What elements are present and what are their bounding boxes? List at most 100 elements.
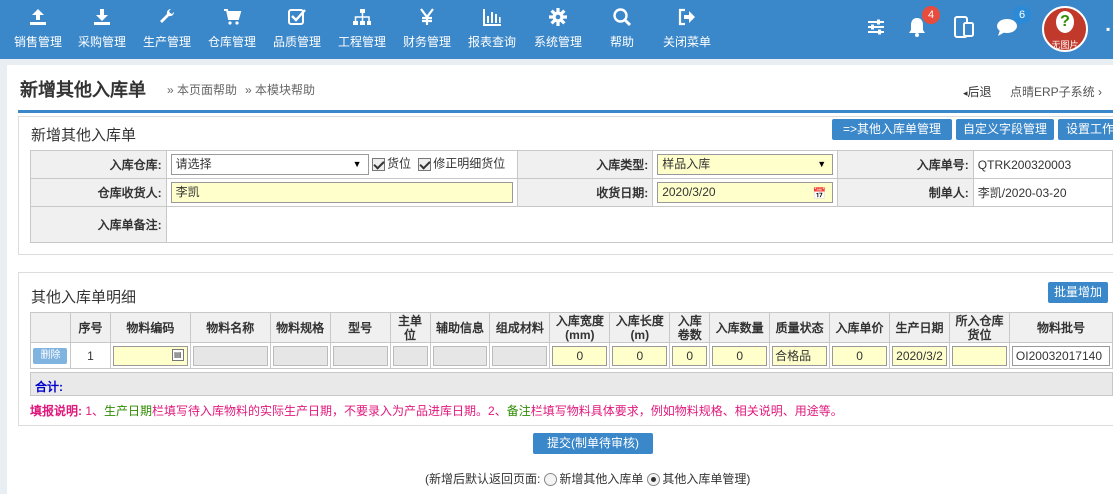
- batch-add-button[interactable]: 批量增加: [1048, 282, 1108, 303]
- type-label: 入库类型:: [516, 150, 654, 179]
- nav-reports[interactable]: 报表查询: [462, 0, 522, 59]
- picker-icon[interactable]: ▤: [171, 348, 184, 361]
- module-help-link[interactable]: » 本模块帮助: [245, 81, 315, 98]
- dropdown-caret-icon: ▼: [352, 159, 362, 169]
- material-code-input[interactable]: ▤: [112, 345, 188, 366]
- nav-label: 仓库管理: [207, 35, 256, 49]
- submit-button[interactable]: 提交(制单待审核): [533, 433, 653, 454]
- location-checkbox-label: 货位: [386, 156, 411, 171]
- page-left-strip: [0, 59, 7, 494]
- composition-input[interactable]: [492, 345, 548, 366]
- back-link[interactable]: ◂后退: [963, 83, 992, 100]
- avatar-text: 无图片: [1051, 40, 1079, 50]
- devices-icon[interactable]: [952, 15, 976, 39]
- manage-orders-button[interactable]: =>其他入库单管理: [832, 119, 952, 140]
- length-input[interactable]: 0: [612, 345, 668, 366]
- quality-cell: 合格品: [769, 342, 831, 369]
- receive-date-input[interactable]: 2020/3/20 📅: [657, 182, 834, 204]
- number-label: 入库单号:: [837, 150, 974, 179]
- location-checkbox[interactable]: [371, 158, 385, 171]
- price-input[interactable]: 0: [832, 345, 888, 366]
- detail-header-row: 序号 物料编码 物料名称 物料规格 型号 主单位 辅助信息 组成材料 入库宽度(…: [30, 312, 1113, 343]
- rolls-input[interactable]: 0: [672, 345, 708, 366]
- nav-quality[interactable]: 品质管理: [267, 0, 327, 59]
- remark-field[interactable]: [165, 206, 1113, 243]
- radio-new-order[interactable]: [544, 473, 558, 487]
- total-label: 合计:: [35, 380, 63, 394]
- composition-cell: [489, 342, 551, 369]
- column-header: 生产日期: [889, 312, 950, 343]
- avatar[interactable]: ? 无图片: [1042, 6, 1088, 52]
- remark-label: 入库单备注:: [30, 206, 167, 243]
- delete-row-button[interactable]: 删除: [33, 348, 68, 364]
- fix-location-checkbox-label: 修正明细货位: [433, 156, 506, 171]
- model-cell: [329, 342, 391, 369]
- fix-location-checkbox[interactable]: [418, 158, 432, 171]
- sliders-icon[interactable]: [866, 17, 886, 37]
- order-form-table: 入库仓库: 请选择 ▼ 货位 修正明细货位 入库类型: 样品入库 ▼ 入库单号: Q…: [30, 150, 1113, 243]
- location-input[interactable]: [952, 345, 1007, 366]
- settings-button[interactable]: 设置工作: [1058, 119, 1113, 140]
- receiver-input[interactable]: 李凯: [170, 182, 513, 203]
- nav-close-menu[interactable]: 关闭菜单: [657, 0, 717, 59]
- after-save-options: (新增后默认返回页面: 新增其他入库单 其他入库单管理): [425, 470, 750, 487]
- column-header: 所入仓库货位: [949, 312, 1010, 343]
- rolls-cell: 0: [669, 342, 711, 369]
- width-input[interactable]: 0: [552, 345, 608, 366]
- material-name-input[interactable]: [192, 345, 268, 366]
- nav-finance[interactable]: 财务管理: [397, 0, 457, 59]
- type-select[interactable]: 样品入库 ▼: [657, 154, 834, 175]
- date-label: 收货日期:: [516, 178, 654, 207]
- table-row: 删除 1 ▤ 0 0 0 0 合格品 0 2020/3/2 OI20032017…: [30, 342, 1113, 369]
- top-navbar: 销售管理 采购管理 生产管理 仓库管理 品质管理 工程管理 财务管理 报表查询 …: [0, 0, 1113, 59]
- radio-manage-orders[interactable]: [647, 473, 661, 487]
- form-panel-title: 新增其他入库单: [31, 127, 137, 144]
- batch-no-cell: OI20032017140: [1008, 342, 1113, 369]
- exit-icon: [678, 8, 695, 26]
- radio-new-order-label: 新增其他入库单: [559, 472, 644, 486]
- calendar-icon[interactable]: 📅: [812, 185, 826, 204]
- nav-label: 工程管理: [337, 35, 386, 49]
- back-label: 后退: [967, 85, 992, 99]
- warehouse-select[interactable]: 请选择 ▼: [170, 154, 369, 175]
- nav-help[interactable]: 帮助: [592, 0, 652, 59]
- length-cell: 0: [609, 342, 671, 369]
- price-cell: 0: [829, 342, 891, 369]
- material-spec-cell: [269, 342, 331, 369]
- column-header: 入库长度(m): [609, 312, 671, 343]
- column-header: 物料编码: [109, 312, 191, 343]
- qty-input[interactable]: 0: [712, 345, 768, 366]
- nav-warehouse[interactable]: 仓库管理: [202, 0, 262, 59]
- yen-icon: [420, 8, 434, 25]
- note-part1: 1、: [85, 404, 105, 418]
- delete-cell: 删除: [30, 342, 71, 369]
- total-row: 合计:: [30, 372, 1113, 396]
- receive-date-value: 2020/3/20: [662, 185, 716, 199]
- page-help-link[interactable]: » 本页面帮助: [167, 81, 237, 98]
- unit-input[interactable]: [392, 345, 428, 366]
- batch-no-input[interactable]: OI20032017140: [1011, 345, 1110, 366]
- nav-production[interactable]: 生产管理: [137, 0, 197, 59]
- column-header: 序号: [69, 312, 111, 343]
- prod-date-input[interactable]: 2020/3/2: [892, 345, 947, 366]
- nav-purchase[interactable]: 采购管理: [72, 0, 132, 59]
- aux-info-input[interactable]: [432, 345, 488, 366]
- nav-label: 财务管理: [402, 35, 451, 49]
- user-menu-caret[interactable]: ▪: [1106, 22, 1110, 36]
- checkbox-icon: [288, 9, 306, 25]
- model-input[interactable]: [332, 345, 388, 366]
- nav-engineering[interactable]: 工程管理: [332, 0, 392, 59]
- nav-system[interactable]: 系统管理: [528, 0, 588, 59]
- radio-manage-orders-label: 其他入库单管理): [662, 472, 751, 486]
- upload-icon: [30, 9, 46, 25]
- material-spec-input[interactable]: [272, 345, 328, 366]
- nav-label: 报表查询: [467, 35, 516, 49]
- notification-badge: 4: [922, 6, 940, 24]
- nav-sales[interactable]: 销售管理: [8, 0, 68, 59]
- fill-instructions: 填报说明: 1、生产日期栏填写待入库物料的实际生产日期，不要录入为产品进库日期。…: [30, 402, 843, 419]
- breadcrumb[interactable]: 点晴ERP子系统 ›: [1010, 83, 1102, 100]
- avatar-question-mark: ?: [1056, 11, 1074, 33]
- column-header: 物料规格: [269, 312, 331, 343]
- quality-select[interactable]: 合格品: [772, 345, 828, 366]
- custom-fields-button[interactable]: 自定义字段管理: [956, 119, 1054, 140]
